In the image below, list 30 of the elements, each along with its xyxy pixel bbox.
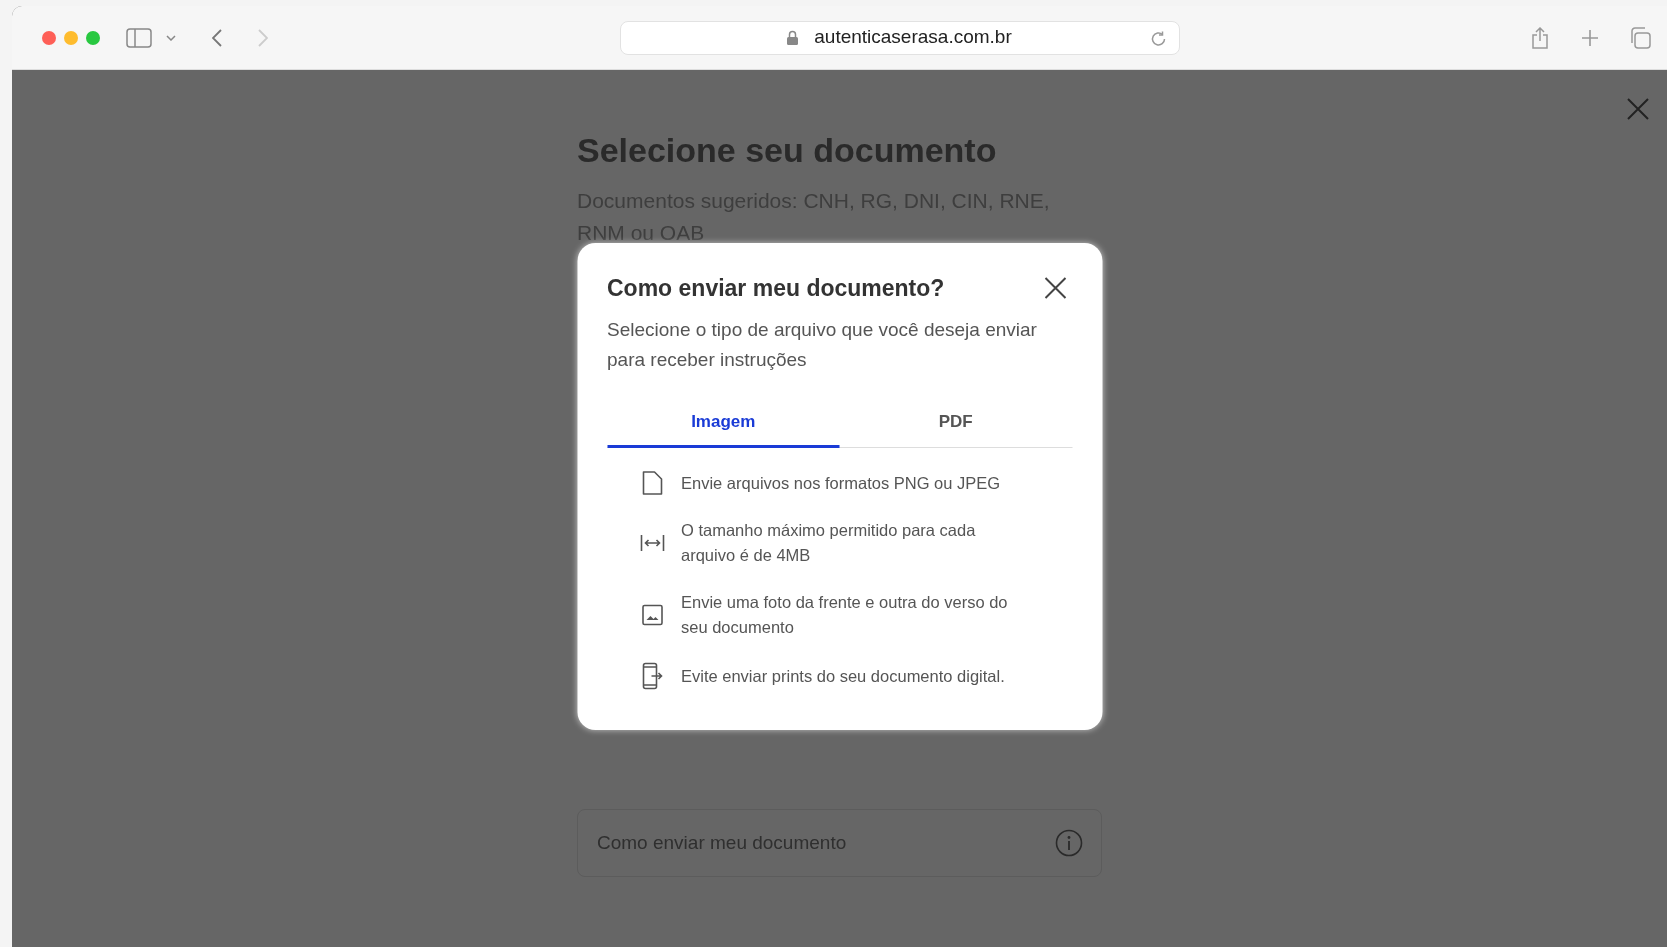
plus-icon[interactable]: [1581, 28, 1599, 47]
tabs-overview-icon[interactable]: [1629, 26, 1651, 49]
url-text: autenticaserasa.com.br: [814, 25, 1012, 50]
image-icon: [641, 604, 663, 627]
phone-arrow-icon: [641, 662, 663, 691]
instruction-text: Envie arquivos nos formatos PNG ou JPEG: [681, 472, 1002, 494]
lock-icon: [787, 30, 799, 45]
help-card-label: Como enviar meu documento: [597, 830, 847, 855]
sidebar-icon[interactable]: [126, 27, 152, 48]
address-bar[interactable]: autenticaserasa.com.br: [619, 20, 1180, 55]
share-icon[interactable]: [1531, 26, 1549, 49]
chevron-down-icon[interactable]: [166, 34, 176, 41]
close-icon[interactable]: [1044, 277, 1066, 299]
modal-title: Como enviar meu documento?: [607, 275, 945, 303]
modal-description: Selecione o tipo de arquivo que você deseja enviar para receber instruções: [607, 317, 1038, 372]
instruction-text: Envie uma foto da frente e outra do verso do seu documento: [681, 592, 1009, 639]
back-icon[interactable]: [212, 28, 222, 47]
maximize-window-icon[interactable]: [86, 30, 100, 45]
forward-icon[interactable]: [258, 28, 268, 47]
tab[interactable]: Imagem: [607, 396, 840, 449]
instruction-text: O tamanho máximo permitido para cada arquivo é de 4MB: [681, 520, 977, 567]
file-icon: [641, 470, 663, 497]
reload-icon[interactable]: [1149, 29, 1167, 47]
instruction-text: Evite enviar prints do seu documento digital.: [681, 665, 1006, 687]
tab[interactable]: PDF: [839, 396, 1072, 449]
info-icon: [1055, 829, 1083, 857]
width-arrows-icon: [639, 533, 665, 554]
close-window-icon[interactable]: [42, 30, 56, 45]
page-title: Selecione seu documento: [577, 130, 998, 171]
minimize-window-icon[interactable]: [64, 30, 78, 45]
